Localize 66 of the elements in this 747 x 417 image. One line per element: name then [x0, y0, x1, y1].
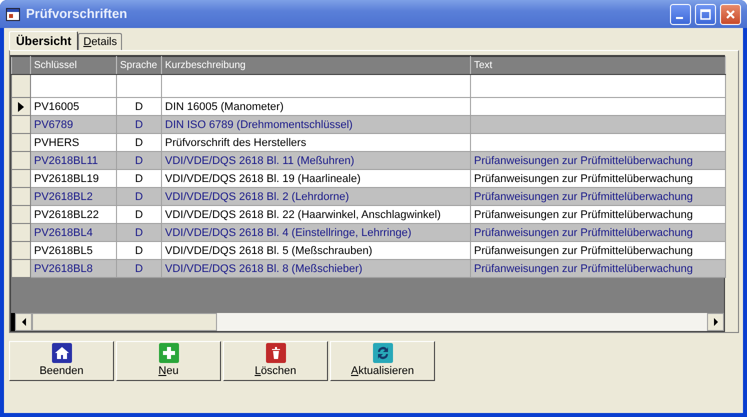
plus-icon — [158, 343, 178, 363]
table-cell: PV2618BL4 — [34, 226, 93, 238]
table-cell: D — [135, 208, 143, 220]
table-cell: VDI/VDE/DQS 2618 Bl. 4 (Einstellringe, Lehrringe) — [165, 226, 412, 238]
table-cell: Prüfanweisungen zur Prüfmittelüberwachung — [474, 262, 693, 274]
table-cell: D — [135, 136, 143, 148]
column-header[interactable]: Schlüssel — [30, 56, 116, 74]
table-cell: VDI/VDE/DQS 2618 Bl. 8 (Meßschieber) — [165, 262, 362, 274]
right-arrow-icon — [712, 318, 718, 326]
table-cell: Prüfanweisungen zur Prüfmittelüberwachung — [474, 244, 693, 256]
current-row-icon — [18, 102, 24, 112]
table-cell: PV2618BL5 — [34, 244, 93, 256]
table-cell: D — [135, 226, 143, 238]
scroll-left-button[interactable] — [15, 313, 32, 331]
table-cell: D — [135, 154, 143, 166]
row-selector[interactable] — [12, 98, 30, 116]
table-cell: PVHERS — [34, 136, 80, 148]
maximize-icon — [700, 8, 711, 20]
table-cell: VDI/VDE/DQS 2618 Bl. 11 (Meßuhren) — [165, 154, 354, 166]
table-cell: Prüfanweisungen zur Prüfmittelüberwachung — [474, 226, 693, 238]
table-cell: Prüfanweisungen zur Prüfmittelüberwachung — [474, 154, 693, 166]
table-cell: Prüfanweisungen zur Prüfmittelüberwachung — [474, 208, 693, 220]
table-cell: PV16005 — [34, 100, 80, 112]
close-icon — [725, 8, 736, 20]
minimize-button[interactable] — [670, 4, 691, 24]
table-cell: DIN ISO 6789 (Drehmomentschlüssel) — [165, 118, 353, 130]
maximize-button[interactable] — [695, 4, 716, 24]
table-cell: Prüfanweisungen zur Prüfmittelüberwachung — [474, 190, 693, 202]
tab[interactable]: Details — [78, 33, 122, 50]
scrollbar-thumb[interactable] — [32, 313, 217, 331]
column-header[interactable]: Kurzbeschreibung — [162, 56, 470, 74]
table-cell: PV2618BL22 — [34, 208, 99, 220]
table-cell: D — [135, 190, 143, 202]
table-cell: PV2618BL8 — [34, 262, 93, 274]
trash-icon — [266, 343, 286, 363]
table-cell: PV6789 — [34, 118, 74, 130]
refresh-icon — [372, 343, 392, 363]
table-cell: PV2618BL19 — [34, 172, 99, 184]
home-icon — [52, 343, 72, 363]
scroll-right-button[interactable] — [707, 313, 724, 331]
left-arrow-icon — [20, 318, 26, 326]
minimize-icon — [676, 17, 682, 19]
toolbar-button[interactable]: Neu — [116, 341, 221, 381]
table-cell: Prüfanweisungen zur Prüfmittelüberwachung — [474, 172, 693, 184]
column-header[interactable]: Text — [470, 56, 726, 74]
table-cell: DIN 16005 (Manometer) — [165, 100, 284, 112]
table-cell: D — [135, 100, 143, 112]
table-cell: D — [135, 118, 143, 130]
window-icon — [6, 8, 20, 20]
table-cell: D — [135, 172, 143, 184]
toolbar-button[interactable]: Aktualisieren — [330, 341, 435, 381]
column-header[interactable]: Sprache — [116, 56, 162, 74]
table-cell: VDI/VDE/DQS 2618 Bl. 22 (Haarwinkel, Anschlagwinkel) — [165, 208, 441, 220]
table-cell: D — [135, 244, 143, 256]
table-cell: D — [135, 262, 143, 274]
tab[interactable]: Übersicht — [9, 31, 78, 50]
table-cell: Prüfvorschrift des Herstellers — [165, 136, 306, 148]
table-cell: PV2618BL11 — [34, 154, 98, 166]
table-cell: PV2618BL2 — [34, 190, 93, 202]
window-title: Prüfvorschriften — [26, 5, 128, 24]
table-cell: VDI/VDE/DQS 2618 Bl. 5 (Meßschrauben) — [165, 244, 372, 256]
close-button[interactable] — [720, 4, 741, 24]
toolbar-button[interactable]: Beenden — [9, 341, 114, 381]
toolbar-button[interactable]: Löschen — [223, 341, 328, 381]
table-cell: VDI/VDE/DQS 2618 Bl. 19 (Haarlineale) — [165, 172, 361, 184]
table-cell: VDI/VDE/DQS 2618 Bl. 2 (Lehrdorne) — [165, 190, 350, 202]
